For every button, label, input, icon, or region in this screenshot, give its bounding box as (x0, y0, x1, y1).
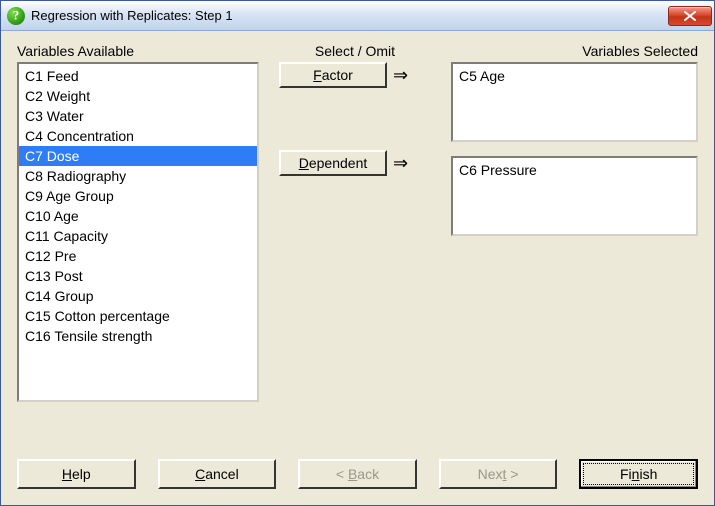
selected-label: Variables Selected (451, 43, 698, 59)
list-item[interactable]: C8 Radiography (19, 166, 257, 186)
titlebar: Regression with Replicates: Step 1 (1, 1, 714, 31)
list-item[interactable]: C13 Post (19, 266, 257, 286)
factor-listbox[interactable]: C5 Age (451, 62, 698, 142)
list-item[interactable]: C11 Capacity (19, 226, 257, 246)
list-item[interactable]: C3 Water (19, 106, 257, 126)
list-item[interactable]: C12 Pre (19, 246, 257, 266)
list-item[interactable]: C5 Age (459, 68, 690, 84)
list-item[interactable]: C15 Cotton percentage (19, 306, 257, 326)
dialog-content: Variables Available C1 FeedC2 WeightC3 W… (1, 31, 714, 447)
list-item[interactable]: C7 Dose (19, 146, 257, 166)
spacer (451, 142, 698, 156)
next-button: Next > (439, 459, 558, 489)
arrow-icon: ⇒ (393, 66, 408, 84)
dialog-window: Regression with Replicates: Step 1 Varia… (0, 0, 715, 506)
dependent-listbox[interactable]: C6 Pressure (451, 156, 698, 236)
dependent-row: Dependent ⇒ (279, 150, 431, 176)
list-item[interactable]: C4 Concentration (19, 126, 257, 146)
arrow-icon: ⇒ (393, 154, 408, 172)
list-item[interactable]: C9 Age Group (19, 186, 257, 206)
columns: Variables Available C1 FeedC2 WeightC3 W… (17, 43, 698, 402)
close-button[interactable] (668, 6, 712, 26)
available-label: Variables Available (17, 43, 259, 59)
finish-button[interactable]: Finish (579, 459, 698, 489)
list-item[interactable]: C6 Pressure (459, 162, 690, 178)
selected-column: Variables Selected C5 Age C6 Pressure (451, 43, 698, 236)
select-omit-label: Select / Omit (279, 43, 431, 59)
list-item[interactable]: C1 Feed (19, 66, 257, 86)
list-item[interactable]: C16 Tensile strength (19, 326, 257, 346)
back-button: < Back (298, 459, 417, 489)
select-omit-column: Select / Omit Factor ⇒ Dependent ⇒ (279, 43, 431, 186)
help-button[interactable]: Help (17, 459, 136, 489)
factor-button[interactable]: Factor (279, 62, 387, 88)
help-icon (7, 7, 25, 25)
list-item[interactable]: C2 Weight (19, 86, 257, 106)
dependent-button[interactable]: Dependent (279, 150, 387, 176)
footer: Help Cancel < Back Next > Finish (1, 447, 714, 505)
available-listbox[interactable]: C1 FeedC2 WeightC3 WaterC4 Concentration… (17, 62, 259, 402)
list-item[interactable]: C10 Age (19, 206, 257, 226)
window-title: Regression with Replicates: Step 1 (31, 8, 668, 23)
cancel-button[interactable]: Cancel (158, 459, 277, 489)
list-item[interactable]: C14 Group (19, 286, 257, 306)
factor-row: Factor ⇒ (279, 62, 431, 88)
available-column: Variables Available C1 FeedC2 WeightC3 W… (17, 43, 259, 402)
close-icon (684, 11, 696, 21)
